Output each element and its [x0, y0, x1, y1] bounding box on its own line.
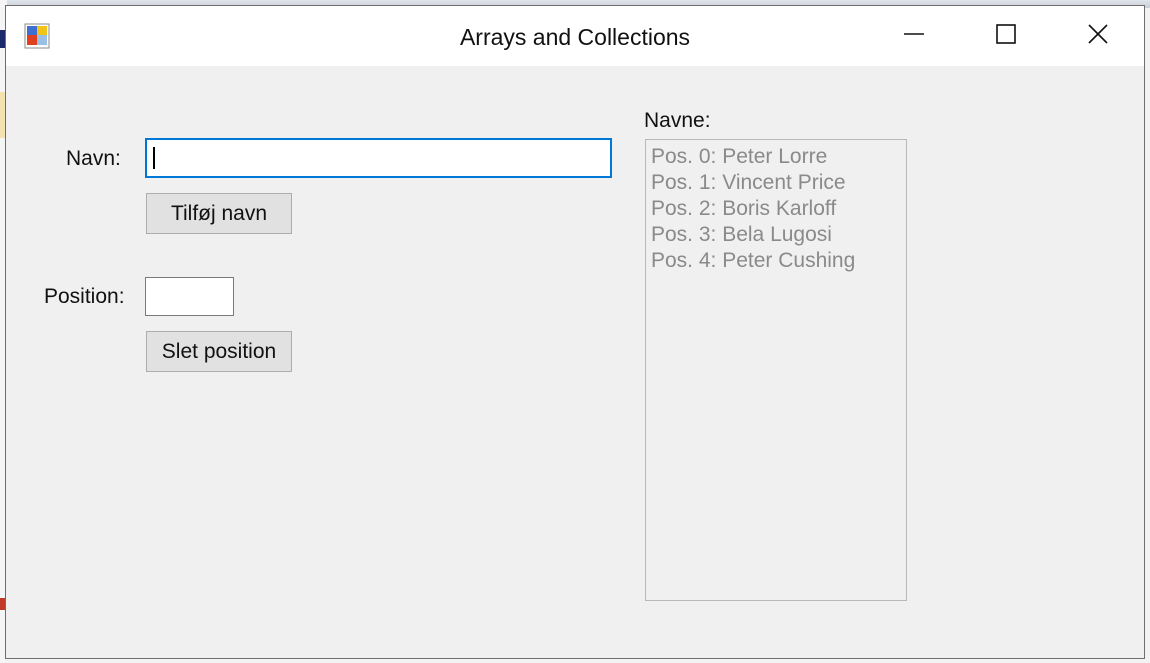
name-input[interactable]	[145, 138, 612, 178]
add-name-button[interactable]: Tilføj navn	[146, 193, 292, 234]
name-label: Navn:	[66, 147, 121, 170]
text-caret	[153, 147, 155, 169]
list-item[interactable]: Pos. 3: Bela Lugosi	[651, 222, 901, 248]
title-bar[interactable]: Arrays and Collections	[6, 6, 1144, 66]
close-button[interactable]	[1052, 6, 1144, 66]
minimize-icon	[903, 23, 925, 50]
names-listbox[interactable]: Pos. 0: Peter Lorre Pos. 1: Vincent Pric…	[645, 139, 907, 601]
position-input[interactable]	[145, 277, 234, 316]
minimize-button[interactable]	[868, 6, 960, 66]
delete-position-button[interactable]: Slet position	[146, 331, 292, 372]
list-item[interactable]: Pos. 1: Vincent Price	[651, 170, 901, 196]
position-label: Position:	[44, 285, 125, 308]
maximize-icon	[995, 23, 1017, 50]
list-item[interactable]: Pos. 4: Peter Cushing	[651, 248, 901, 274]
app-window: Arrays and Collections Navn: Tilføj navn…	[5, 5, 1145, 659]
list-item[interactable]: Pos. 2: Boris Karloff	[651, 196, 901, 222]
list-item[interactable]: Pos. 0: Peter Lorre	[651, 144, 901, 170]
maximize-button[interactable]	[960, 6, 1052, 66]
close-icon	[1087, 23, 1109, 50]
names-list-label: Navne:	[644, 109, 711, 132]
